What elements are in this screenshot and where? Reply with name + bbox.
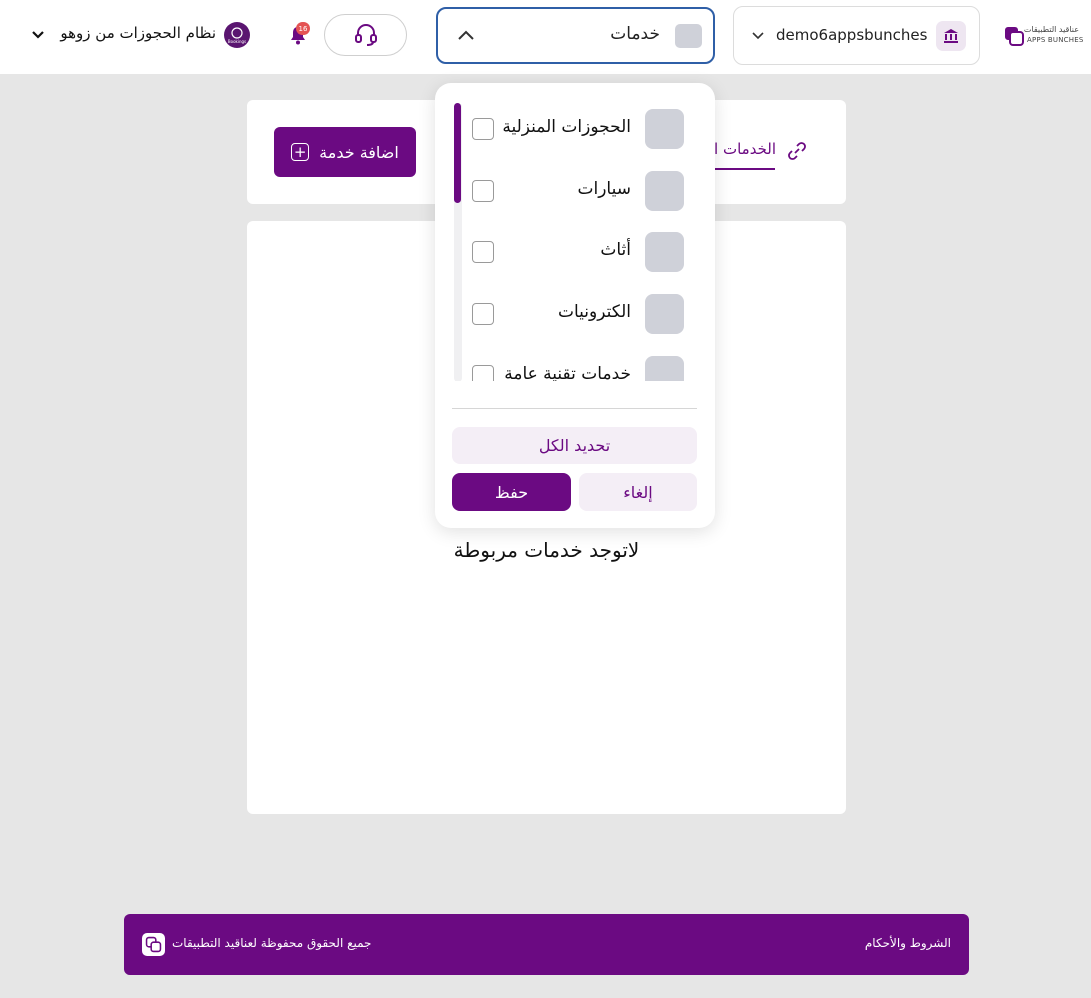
- category-option[interactable]: الكترونيات: [463, 293, 691, 335]
- link-icon: [788, 142, 806, 160]
- chevron-down-icon: [752, 32, 764, 40]
- brand-logo[interactable]: عناقيد التطبيقات APPS BUNCHES: [1003, 22, 1085, 50]
- app-avatar: Bookings: [224, 22, 250, 48]
- account-name: demo6appsbunches: [776, 26, 928, 44]
- option-checkbox[interactable]: [472, 365, 494, 381]
- chevron-down-icon[interactable]: [30, 28, 46, 42]
- footer-logo-icon: [142, 933, 165, 956]
- tab-linked-services[interactable]: الخدمات المربوطة: [700, 134, 820, 170]
- bank-icon: [936, 21, 966, 51]
- category-select-value: خدمات: [610, 24, 660, 44]
- apps-bunches-logo-icon: [1005, 27, 1024, 46]
- option-thumbnail: [645, 356, 684, 381]
- option-thumbnail: [645, 109, 684, 149]
- option-checkbox[interactable]: [472, 180, 494, 202]
- category-options-list[interactable]: الحجوزات المنزلية سيارات أثاث الكترونيات…: [435, 83, 715, 381]
- cancel-button[interactable]: إلغاء: [579, 473, 697, 511]
- logo-text-ar: عناقيد التطبيقات: [1023, 25, 1079, 34]
- option-label: سيارات: [577, 179, 632, 199]
- category-dropdown: الحجوزات المنزلية سيارات أثاث الكترونيات…: [435, 83, 715, 528]
- bookings-logo-icon: Bookings: [228, 27, 246, 44]
- option-label: أثاث: [600, 240, 631, 260]
- category-thumbnail: [675, 24, 702, 48]
- scrollbar-thumb[interactable]: [454, 103, 461, 203]
- option-thumbnail: [645, 232, 684, 272]
- add-service-label: اضافة خدمة: [319, 142, 399, 162]
- category-option[interactable]: الحجوزات المنزلية: [463, 108, 691, 150]
- option-checkbox[interactable]: [472, 241, 494, 263]
- select-all-button[interactable]: تحديد الكل: [452, 427, 697, 464]
- terms-link[interactable]: الشروط والأحكام: [865, 936, 951, 950]
- chevron-up-icon: [458, 30, 474, 40]
- option-checkbox[interactable]: [472, 118, 494, 140]
- app-avatar-text: Bookings: [228, 39, 246, 44]
- account-selector[interactable]: demo6appsbunches: [733, 6, 980, 65]
- headset-icon: [354, 24, 377, 46]
- plus-icon: +: [291, 143, 310, 161]
- add-service-button[interactable]: اضافة خدمة +: [274, 127, 416, 177]
- category-option[interactable]: سيارات: [463, 170, 691, 212]
- empty-state-message: لاتوجد خدمات مربوطة: [453, 538, 640, 562]
- option-thumbnail: [645, 171, 684, 211]
- category-option[interactable]: أثاث: [463, 231, 691, 273]
- dropdown-divider: [452, 408, 697, 409]
- option-label: الكترونيات: [557, 302, 631, 322]
- option-thumbnail: [645, 294, 684, 334]
- save-button[interactable]: حفظ: [452, 473, 571, 511]
- notification-badge: 16: [296, 22, 310, 35]
- app-name: نظام الحجوزات من زوهو: [60, 24, 216, 42]
- option-checkbox[interactable]: [472, 303, 494, 325]
- logo-text-en: APPS BUNCHES: [1027, 36, 1084, 44]
- copyright-text: جميع الحقوق محفوظة لعناقيد التطبيقات: [172, 936, 372, 950]
- option-label: خدمات تقنية عامة: [504, 364, 631, 381]
- footer: جميع الحقوق محفوظة لعناقيد التطبيقات الش…: [124, 914, 969, 975]
- option-label: الحجوزات المنزلية: [502, 117, 631, 137]
- support-button[interactable]: [324, 14, 407, 56]
- category-option[interactable]: خدمات تقنية عامة: [463, 355, 691, 381]
- category-select[interactable]: خدمات: [436, 7, 715, 64]
